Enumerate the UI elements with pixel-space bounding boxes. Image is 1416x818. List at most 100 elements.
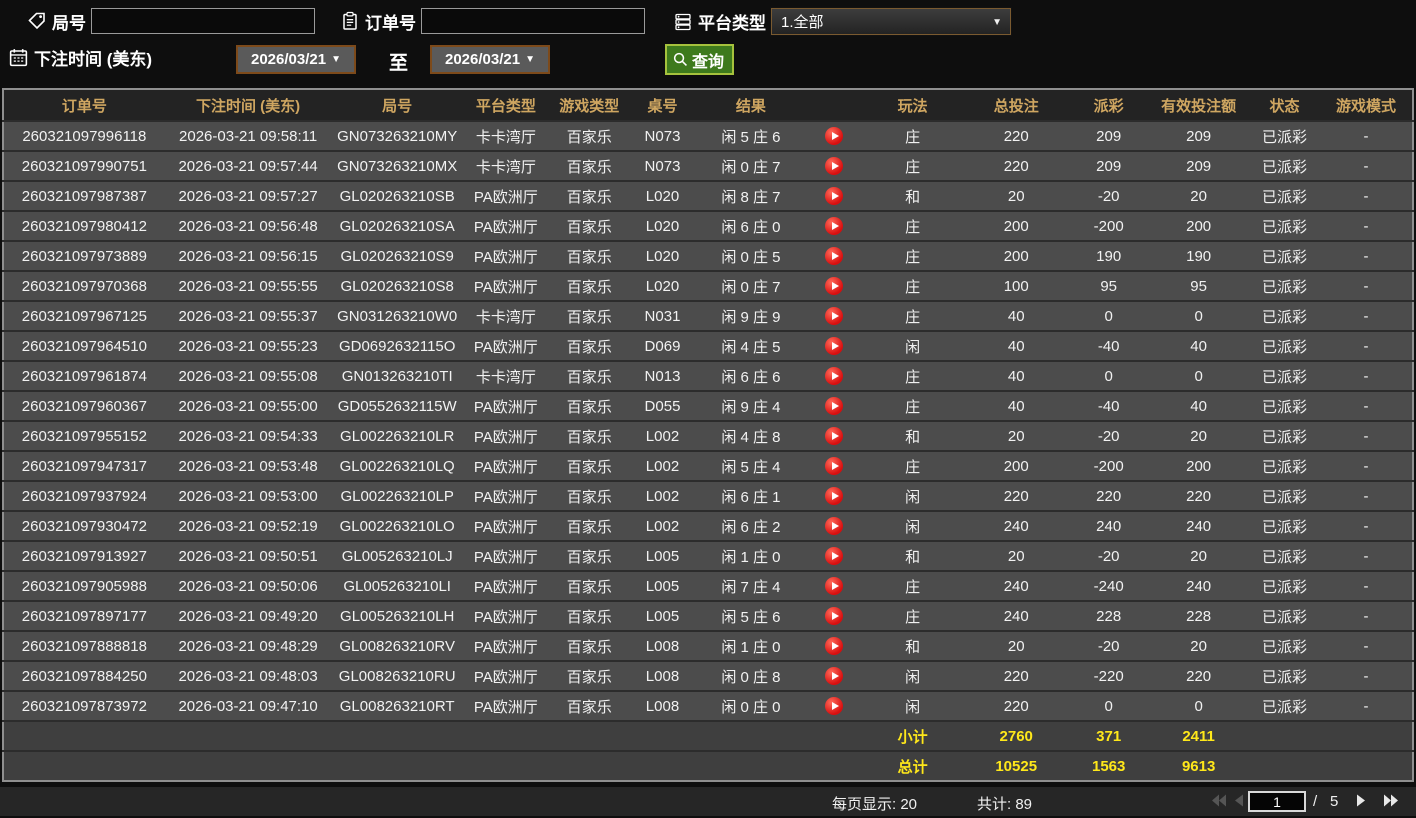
play-icon[interactable] — [825, 247, 844, 266]
play-icon[interactable] — [825, 307, 844, 326]
order-no-cell: 260321097947317 — [21, 457, 147, 475]
play-icon[interactable] — [825, 457, 844, 476]
order-no-input[interactable] — [421, 8, 645, 34]
platform-cell: 卡卡湾厅 — [475, 128, 536, 146]
game-no-cell: GN073263210MX — [337, 157, 458, 175]
result-cell: 闲 5 庄 6 — [721, 128, 781, 146]
play-type-cell: 和 — [905, 548, 921, 566]
replay-cell — [807, 361, 863, 391]
game-mode-cell: - — [1363, 337, 1369, 355]
chevron-down-icon: ▼ — [331, 54, 341, 65]
table-row: 260321097964510 2026-03-21 09:55:23 GD0692… — [3, 331, 1413, 361]
platform-cell: PA欧洲厅 — [473, 248, 538, 266]
platform-cell: PA欧洲厅 — [473, 638, 538, 656]
last-page-icon[interactable] — [1383, 794, 1399, 807]
play-icon[interactable] — [825, 547, 844, 566]
bet-records-screen: 局号 订单号 平台类型 1.全部 ▼ 下注时间 (美东) 2026/03/21 … — [0, 0, 1416, 818]
column-header: 玩法 — [897, 97, 928, 115]
platform-type-select[interactable]: 1.全部 ▼ — [770, 7, 1012, 36]
play-icon[interactable] — [825, 607, 844, 626]
play-icon[interactable] — [825, 667, 844, 686]
column-header: 桌号 — [647, 97, 678, 115]
valid-bet-cell: 220 — [1186, 487, 1212, 505]
column-header: 平台类型 — [475, 97, 536, 115]
replay-cell — [807, 511, 863, 541]
play-icon[interactable] — [825, 517, 844, 536]
play-type-cell: 庄 — [905, 278, 921, 296]
first-page-icon[interactable] — [1211, 794, 1227, 807]
status-badge: 已派彩 — [1262, 158, 1308, 176]
search-button[interactable]: 查询 — [665, 44, 735, 75]
next-page-icon[interactable] — [1356, 794, 1366, 807]
play-icon[interactable] — [825, 487, 844, 506]
order-no-cell: 260321097980412 — [21, 217, 147, 235]
game-no-input[interactable] — [91, 8, 315, 34]
bet-time-cell: 2026-03-21 09:55:23 — [178, 337, 318, 355]
valid-bet-cell: 240 — [1186, 577, 1212, 595]
game-mode-cell: - — [1363, 307, 1369, 325]
page-number-input[interactable] — [1248, 791, 1306, 812]
play-icon[interactable] — [825, 367, 844, 386]
payout-cell: -40 — [1097, 397, 1120, 415]
game-no-cell: GL005263210LJ — [341, 547, 453, 565]
play-icon[interactable] — [825, 337, 844, 356]
platform-cell: PA欧洲厅 — [473, 278, 538, 296]
play-icon[interactable] — [825, 397, 844, 416]
prev-page-icon[interactable] — [1234, 794, 1244, 807]
replay-cell — [807, 151, 863, 181]
table-row: 260321097913927 2026-03-21 09:50:51 GL0052… — [3, 541, 1413, 571]
total-row-total-bet: 10525 — [995, 757, 1038, 775]
play-icon[interactable] — [825, 277, 844, 296]
total-bet-cell: 200 — [1003, 247, 1029, 265]
date-from-picker[interactable]: 2026/03/21 ▼ — [236, 45, 356, 74]
table-header-row: 订单号 下注时间 (美东) 局号 平台类型 游戏类型 桌号 结果 玩法 总投注 派彩 有效投注额 状态… — [3, 89, 1413, 121]
game-type-cell: 百家乐 — [566, 248, 612, 266]
table-no-cell: L008 — [645, 697, 680, 715]
payout-cell: -20 — [1097, 187, 1120, 205]
column-header — [807, 89, 863, 121]
result-cell: 闲 6 庄 2 — [721, 518, 781, 536]
column-header: 总投注 — [993, 97, 1039, 115]
play-icon[interactable] — [825, 577, 844, 596]
date-range-to-label: 至 — [389, 53, 409, 74]
table-row: 260321097955152 2026-03-21 09:54:33 GL0022… — [3, 421, 1413, 451]
play-icon[interactable] — [825, 157, 844, 176]
date-to-picker[interactable]: 2026/03/21 ▼ — [430, 45, 550, 74]
play-icon[interactable] — [825, 697, 844, 716]
search-icon — [672, 51, 689, 68]
column-header: 游戏类型 — [559, 97, 620, 115]
bet-time-cell: 2026-03-21 09:53:48 — [178, 457, 318, 475]
total-row: 总计 10525 1563 9613 — [3, 751, 1413, 781]
bet-time-cell: 2026-03-21 09:58:11 — [179, 127, 318, 145]
table-no-cell: L008 — [645, 667, 680, 685]
play-icon[interactable] — [825, 427, 844, 446]
table-no-cell: N073 — [644, 157, 681, 175]
replay-cell — [807, 241, 863, 271]
play-type-cell: 闲 — [905, 668, 921, 686]
date-from-value: 2026/03/21 — [251, 51, 327, 68]
order-no-cell: 260321097937924 — [21, 487, 147, 505]
play-icon[interactable] — [825, 127, 844, 146]
platform-cell: PA欧洲厅 — [473, 398, 538, 416]
page-size-label: 每页显示: 20 — [832, 796, 918, 813]
payout-cell: -240 — [1093, 577, 1124, 595]
play-type-cell: 和 — [905, 638, 921, 656]
game-mode-cell: - — [1363, 517, 1369, 535]
game-type-cell: 百家乐 — [566, 188, 612, 206]
game-mode-cell: - — [1363, 667, 1369, 685]
play-type-cell: 庄 — [905, 128, 921, 146]
game-mode-cell: - — [1363, 217, 1369, 235]
play-icon[interactable] — [825, 637, 844, 656]
game-type-cell: 百家乐 — [566, 338, 612, 356]
result-cell: 闲 0 庄 7 — [721, 278, 781, 296]
table-row: 260321097970368 2026-03-21 09:55:55 GL0202… — [3, 271, 1413, 301]
play-icon[interactable] — [825, 187, 844, 206]
game-no-cell: GL002263210LQ — [339, 457, 455, 475]
play-icon[interactable] — [825, 217, 844, 236]
subtotal-row-label: 小计 — [897, 728, 928, 746]
bet-time-cell: 2026-03-21 09:53:00 — [178, 487, 318, 505]
total-bet-cell: 100 — [1003, 277, 1029, 295]
payout-cell: -200 — [1093, 217, 1124, 235]
result-cell: 闲 5 庄 4 — [721, 458, 781, 476]
column-header: 局号 — [382, 97, 413, 115]
